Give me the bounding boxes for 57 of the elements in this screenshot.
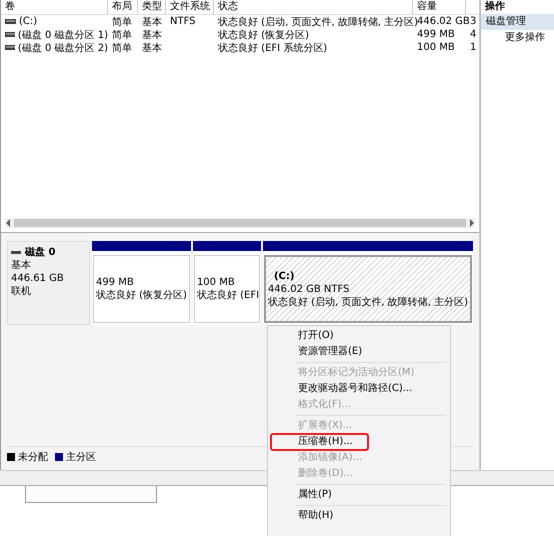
menu-item[interactable]: 属性(P)	[271, 487, 447, 503]
table-cell: 3	[470, 16, 476, 27]
table-cell: 100 MB	[417, 42, 455, 53]
disk-type: 基本	[11, 259, 32, 272]
column-header[interactable]: 状态	[214, 0, 413, 14]
column-header[interactable]: 文件系统	[166, 0, 214, 14]
disk-size: 446.61 GB	[11, 272, 65, 285]
drive-icon	[5, 19, 16, 24]
partition-size: 499 MB	[96, 276, 135, 289]
partition-label: (C:)	[272, 270, 296, 282]
menu-item[interactable]: 更改驱动器号和路径(C)...	[271, 381, 447, 397]
scroll-left-icon[interactable]	[5, 219, 11, 227]
column-header[interactable]: 类型	[138, 0, 166, 14]
table-cell-text: 简单	[112, 28, 132, 42]
menu-item[interactable]: 帮助(H)	[271, 508, 447, 524]
table-cell-text: 状态良好 (启动, 页面文件, 故障转储, 主分区)	[218, 16, 418, 28]
column-header[interactable]: 容量	[413, 0, 466, 14]
menu-item[interactable]: 压缩卷(H)...	[271, 434, 368, 450]
table-cell-text: (磁盘 0 磁盘分区 2)	[18, 42, 108, 54]
disk-status: 联机	[11, 285, 32, 298]
table-cell-text: 状态良好 (EFI 系统分区)	[218, 42, 328, 54]
table-cell: (C:)	[19, 16, 38, 27]
partition-size: 100 MB	[196, 276, 236, 289]
menu-item[interactable]: 打开(O)	[271, 328, 447, 344]
partition-block[interactable]: 499 MB 状态良好 (恢复分区)	[92, 241, 191, 325]
horizontal-scrollbar[interactable]	[5, 218, 475, 228]
table-cell-text: 基本	[142, 28, 162, 42]
table-cell: 446.02 GB	[417, 16, 470, 27]
column-header[interactable]: 卷	[1, 0, 108, 14]
partition-block[interactable]: 100 MB 状态良好 (EFI	[192, 241, 261, 325]
action-item[interactable]: 磁盘管理	[481, 14, 554, 30]
disk-name: 磁盘 0	[25, 246, 56, 259]
drive-icon	[5, 32, 15, 37]
drive-icon	[5, 45, 15, 50]
menu-item[interactable]: 资源管理器(E)	[271, 344, 447, 360]
table-cell: 1	[470, 42, 476, 53]
table-cell: 4	[470, 29, 476, 40]
legend-label: 未分配	[18, 450, 48, 464]
partition-header-bar	[192, 241, 261, 251]
legend-label: 主分区	[66, 450, 96, 464]
partition-status: 状态良好 (启动, 页面文件, 故障转储, 主分区)	[268, 296, 468, 308]
table-cell-text: (磁盘 0 磁盘分区 1)	[18, 28, 108, 42]
partition-block[interactable]: (C:) 446.02 GB NTFS 状态良好 (启动, 页面文件, 故障转储, 主分区)	[262, 241, 473, 325]
partition-status: 状态良好 (恢复分区)	[96, 289, 187, 302]
scroll-right-icon[interactable]	[469, 219, 475, 227]
disk-info-card[interactable]: 磁盘 0 基本 446.61 GB 联机	[7, 241, 90, 325]
table-cell: 499 MB	[417, 29, 455, 40]
partition-status: 状态良好 (EFI	[196, 289, 257, 302]
column-header[interactable]: 布局	[108, 0, 138, 14]
action-item[interactable]: 更多操作	[481, 30, 554, 46]
table-cell-text: 基本	[142, 16, 162, 28]
partition-size: 446.02 GB NTFS	[268, 282, 350, 296]
table-cell-text: 基本	[142, 42, 162, 54]
table-cell-text: 简单	[112, 16, 132, 28]
table-cell: NTFS	[170, 16, 196, 27]
table-cell-text: 简单	[112, 42, 132, 54]
table-cell-text: 状态良好 (恢复分区)	[218, 28, 309, 42]
